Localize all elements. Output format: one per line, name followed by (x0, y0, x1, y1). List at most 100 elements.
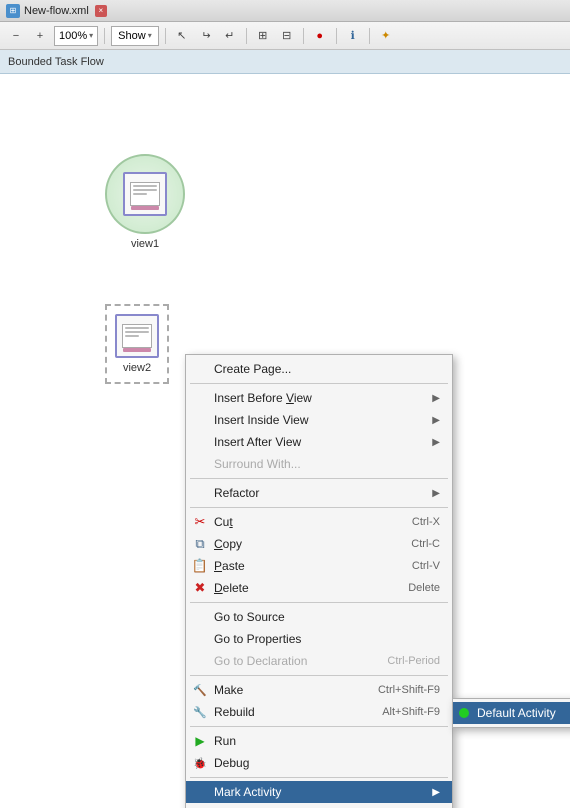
rebuild-shortcut: Alt+Shift-F9 (382, 706, 440, 718)
view2-label: view2 (123, 362, 151, 374)
info-button[interactable]: ℹ (343, 26, 363, 46)
menu-item-mark-activity[interactable]: Mark Activity ▶ (186, 781, 452, 803)
menu-item-insert-before-label: Insert Before View (214, 391, 432, 405)
toolbar-separator-6 (369, 28, 370, 44)
grid-button[interactable]: ⊞ (253, 26, 273, 46)
menu-item-create-page[interactable]: Create Page... (186, 358, 452, 380)
show-button[interactable]: Show ▾ (111, 26, 159, 46)
view2-icon-inner (122, 324, 152, 348)
menu-item-go-to-declaration: Go to Declaration Ctrl-Period (186, 650, 452, 672)
arrow-forward-button[interactable]: ↵ (220, 26, 240, 46)
view2-container[interactable]: view2 (105, 304, 169, 384)
menu-item-go-to-source[interactable]: Go to Source (186, 606, 452, 628)
view1-line3 (133, 193, 147, 195)
tab-filename: New-flow.xml (24, 5, 89, 17)
menu-item-unmark-activity[interactable]: Unmark Activity ▶ (186, 803, 452, 808)
menu-item-run-label: Run (214, 734, 440, 748)
menu-item-debug[interactable]: 🐞 Debug (186, 752, 452, 774)
menu-item-paste-label: Paste (214, 559, 412, 573)
copy-shortcut: Ctrl-C (411, 538, 440, 550)
paste-shortcut: Ctrl-V (412, 560, 440, 572)
view1-line1 (133, 185, 157, 187)
tab-icon: ⊞ (6, 4, 20, 18)
dot-button[interactable]: ● (310, 26, 330, 46)
menu-item-debug-label: Debug (214, 756, 440, 770)
refactor-arrow: ▶ (432, 488, 440, 499)
zoom-dropdown-arrow: ▾ (89, 31, 93, 40)
view2-line2 (125, 331, 149, 333)
view2-dashed-box: view2 (105, 304, 169, 384)
view2-line3 (125, 335, 139, 337)
context-menu: Create Page... Insert Before View ▶ Inse… (185, 354, 453, 808)
debug-icon: 🐞 (192, 755, 208, 771)
menu-item-insert-after-label: Insert After View (214, 435, 432, 449)
view1-node[interactable]: view1 (105, 154, 185, 250)
menu-item-delete[interactable]: ✖ Delete Delete (186, 577, 452, 599)
menu-item-paste[interactable]: 📋 Paste Ctrl-V (186, 555, 452, 577)
make-shortcut: Ctrl+Shift-F9 (378, 684, 440, 696)
view1-label: view1 (131, 238, 159, 250)
rebuild-icon: 🔧 (192, 704, 208, 720)
menu-item-insert-before[interactable]: Insert Before View ▶ (186, 387, 452, 409)
menu-item-copy-label: Copy (214, 537, 411, 551)
default-activity-dot (459, 708, 469, 718)
menu-item-go-to-declaration-label: Go to Declaration (214, 654, 387, 668)
menu-item-delete-label: Delete (214, 581, 408, 595)
toolbar-separator-3 (246, 28, 247, 44)
canvas: view1 view2 Create Page... Insert Be (0, 74, 570, 808)
menu-item-insert-after[interactable]: Insert After View ▶ (186, 431, 452, 453)
menu-item-make-label: Make (214, 683, 378, 697)
menu-separator-2 (190, 478, 448, 479)
delete-shortcut: Delete (408, 582, 440, 594)
title-bar: ⊞ New-flow.xml × (0, 0, 570, 22)
menu-item-create-page-label: Create Page... (214, 362, 440, 376)
menu-item-refactor[interactable]: Refactor ▶ (186, 482, 452, 504)
breadcrumb-label: Bounded Task Flow (8, 56, 104, 68)
toolbar-separator-1 (104, 28, 105, 44)
toolbar-separator-4 (303, 28, 304, 44)
scissors-icon: ✂ (192, 514, 208, 530)
mark-activity-arrow: ▶ (432, 787, 440, 798)
menu-item-go-to-properties[interactable]: Go to Properties (186, 628, 452, 650)
menu-item-make[interactable]: 🔨 Make Ctrl+Shift-F9 (186, 679, 452, 701)
menu-item-go-to-source-label: Go to Source (214, 610, 440, 624)
tab-close-button[interactable]: × (95, 5, 107, 17)
menu-item-rebuild-label: Rebuild (214, 705, 382, 719)
insert-inside-arrow: ▶ (432, 415, 440, 426)
cursor-tool-button[interactable]: ↖ (172, 26, 192, 46)
zoom-select[interactable]: 100% ▾ (54, 26, 98, 46)
breadcrumb: Bounded Task Flow (0, 50, 570, 74)
view1-line2 (133, 189, 157, 191)
menu-item-go-to-properties-label: Go to Properties (214, 632, 440, 646)
menu-item-refactor-label: Refactor (214, 486, 432, 500)
arrow-back-button[interactable]: ↵ (196, 26, 216, 46)
menu-separator-4 (190, 602, 448, 603)
default-activity-label: Default Activity (477, 706, 556, 720)
zoom-out-button[interactable]: − (6, 26, 26, 46)
menu-item-surround-with-label: Surround With... (214, 457, 440, 471)
show-dropdown-arrow: ▾ (148, 31, 152, 40)
view2-node: view2 (115, 314, 159, 374)
menu-item-run[interactable]: ▶ Run (186, 730, 452, 752)
star-button[interactable]: ✦ (376, 26, 396, 46)
toolbar-separator-2 (165, 28, 166, 44)
view1-circle (105, 154, 185, 234)
cut-shortcut: Ctrl-X (412, 516, 440, 528)
toolbar: − + 100% ▾ Show ▾ ↖ ↵ ↵ ⊞ ⊟ ● ℹ ✦ (0, 22, 570, 50)
zoom-value: 100% (59, 30, 87, 42)
menu-item-insert-inside[interactable]: Insert Inside View ▶ (186, 409, 452, 431)
insert-after-arrow: ▶ (432, 437, 440, 448)
menu-item-copy[interactable]: ⧉ Copy Ctrl-C (186, 533, 452, 555)
copy-icon: ⧉ (192, 536, 208, 552)
submenu-item-default-activity[interactable]: Default Activity (453, 702, 570, 724)
menu-item-rebuild[interactable]: 🔧 Rebuild Alt+Shift-F9 (186, 701, 452, 723)
zoom-in-button[interactable]: + (30, 26, 50, 46)
menu-item-cut[interactable]: ✂ Cut Ctrl-X (186, 511, 452, 533)
declaration-shortcut: Ctrl-Period (387, 655, 440, 667)
view2-line1 (125, 327, 149, 329)
menu-item-mark-activity-label: Mark Activity (214, 785, 432, 799)
grid2-button[interactable]: ⊟ (277, 26, 297, 46)
insert-before-arrow: ▶ (432, 393, 440, 404)
make-icon: 🔨 (192, 682, 208, 698)
menu-separator-5 (190, 675, 448, 676)
